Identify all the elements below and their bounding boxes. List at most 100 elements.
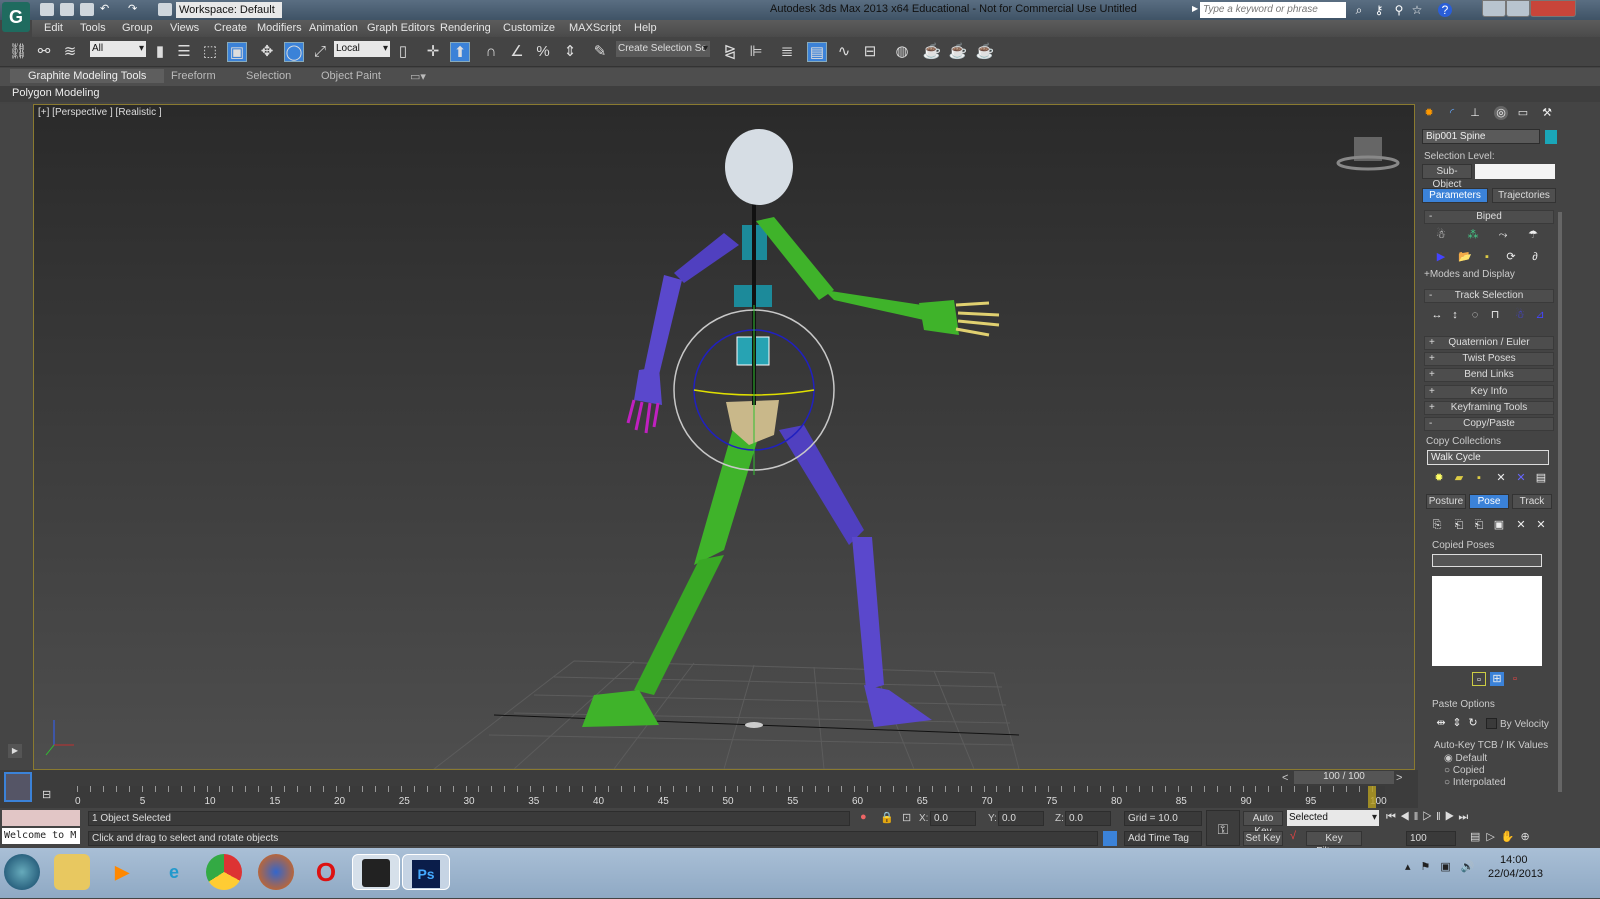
- redo-icon[interactable]: ↷: [128, 2, 137, 15]
- undo-icon[interactable]: ↶: [100, 2, 109, 15]
- spinner-snap-icon[interactable]: ⇕: [560, 42, 580, 62]
- taskbar-ie-icon[interactable]: e: [156, 854, 192, 890]
- keyboard-shortcut-override-icon[interactable]: ⬆: [450, 42, 470, 62]
- taskbar-chrome-icon[interactable]: [206, 854, 242, 890]
- body-horizontal-icon[interactable]: ↔: [1430, 308, 1444, 322]
- viewport-layout-tab[interactable]: [4, 772, 32, 802]
- y-coordinate-field[interactable]: 0.0: [998, 811, 1044, 826]
- menu-graph-editors[interactable]: Graph Editors: [367, 22, 435, 34]
- sub-object-dropdown[interactable]: [1475, 164, 1555, 179]
- select-move-icon[interactable]: ✥: [257, 42, 277, 62]
- taskbar-media-player-icon[interactable]: ▶: [104, 854, 140, 890]
- window-crossing-icon[interactable]: ▣: [227, 42, 247, 62]
- tab-posture[interactable]: Posture: [1426, 494, 1466, 509]
- workspace-dropdown[interactable]: Workspace: Default: [176, 2, 282, 18]
- snaps-toggle-icon[interactable]: ∩: [481, 42, 501, 62]
- schematic-view-icon[interactable]: ⊟: [860, 42, 880, 62]
- delete-all-collections-icon[interactable]: ✕: [1514, 471, 1528, 485]
- tab-selection[interactable]: Selection: [246, 70, 291, 82]
- delete-pose-icon[interactable]: ✕: [1514, 518, 1528, 532]
- rollout-key-info[interactable]: + Key Info: [1424, 385, 1554, 399]
- object-name-field[interactable]: Bip001 Spine: [1422, 129, 1540, 144]
- opposite-icon[interactable]: ⊿: [1533, 308, 1547, 322]
- footstep-mode-icon[interactable]: ⁂: [1466, 228, 1480, 242]
- menu-tools[interactable]: Tools: [80, 22, 106, 34]
- time-tag-icon[interactable]: [1103, 831, 1117, 846]
- menu-create[interactable]: Create: [214, 22, 247, 34]
- absolute-mode-icon[interactable]: ⊡: [902, 811, 911, 824]
- app-logo[interactable]: G: [2, 2, 30, 32]
- selection-filter-dropdown[interactable]: All: [90, 41, 146, 57]
- search-expand-icon[interactable]: ▶: [1192, 4, 1198, 13]
- mixer-mode-icon[interactable]: ☂: [1526, 228, 1540, 242]
- named-selection-dropdown[interactable]: Create Selection Se: [616, 41, 710, 57]
- start-button[interactable]: [4, 854, 40, 890]
- set-key-button[interactable]: Set Key: [1243, 831, 1283, 846]
- menu-rendering[interactable]: Rendering: [440, 22, 491, 34]
- create-collection-icon[interactable]: ✹: [1432, 471, 1446, 485]
- tab-parameters[interactable]: Parameters: [1422, 188, 1488, 203]
- load-image-icon[interactable]: ▫: [1508, 672, 1522, 686]
- by-velocity-checkbox[interactable]: [1486, 718, 1497, 729]
- capture-viewport-icon[interactable]: ▫: [1472, 672, 1486, 686]
- taskbar-3dsmax-icon[interactable]: [352, 854, 400, 890]
- new-file-icon[interactable]: [40, 3, 54, 16]
- menu-customize[interactable]: Customize: [503, 22, 555, 34]
- save-collection-icon[interactable]: ▪: [1472, 471, 1486, 485]
- percent-snap-icon[interactable]: %: [533, 42, 553, 62]
- radio-default[interactable]: ◉ Default: [1444, 753, 1487, 764]
- render-production-icon[interactable]: ☕: [975, 42, 995, 62]
- tab-pose[interactable]: Pose: [1469, 494, 1509, 509]
- paste-rotation-option-icon[interactable]: ↻: [1466, 716, 1480, 730]
- project-folder-icon[interactable]: [158, 3, 172, 16]
- menu-help[interactable]: Help: [634, 22, 657, 34]
- paste-pose-icon[interactable]: ⎗: [1452, 518, 1466, 532]
- select-scale-icon[interactable]: ⤢: [310, 42, 330, 62]
- rollout-keyframing-tools[interactable]: + Keyframing Tools: [1424, 401, 1554, 415]
- track-bar-toggle-icon[interactable]: ⊟: [42, 788, 51, 801]
- display-tab-icon[interactable]: ▭: [1516, 106, 1530, 120]
- auto-key-button[interactable]: Auto Key: [1243, 811, 1283, 837]
- radio-interpolated[interactable]: ○ Interpolated: [1444, 777, 1506, 788]
- current-frame-marker[interactable]: [1368, 786, 1376, 808]
- reference-coordinate-dropdown[interactable]: Local: [334, 41, 390, 57]
- binoculars-icon[interactable]: ⌕: [1352, 3, 1366, 17]
- z-coordinate-field[interactable]: 0.0: [1065, 811, 1111, 826]
- bind-space-warp-icon[interactable]: ≋: [60, 42, 80, 62]
- mirror-icon[interactable]: ⧎: [720, 42, 740, 62]
- paste-horizontal-icon[interactable]: ▣: [1492, 518, 1506, 532]
- body-rotation-icon[interactable]: ◌: [1468, 308, 1482, 322]
- body-vertical-icon[interactable]: ↕: [1448, 308, 1462, 322]
- time-slider[interactable]: 100 / 100: [1294, 771, 1394, 784]
- graphite-toggle-icon[interactable]: ▤: [807, 42, 827, 62]
- modes-display-toggle[interactable]: +Modes and Display: [1424, 269, 1515, 280]
- create-tab-icon[interactable]: ✹: [1422, 106, 1436, 120]
- menu-maxscript[interactable]: MAXScript: [569, 22, 621, 34]
- motion-tab-icon[interactable]: ◎: [1494, 106, 1508, 120]
- max-load-preferences-icon[interactable]: ▤: [1534, 471, 1548, 485]
- select-object-icon[interactable]: ▮: [150, 42, 170, 62]
- paste-horizontal-option-icon[interactable]: ⇹: [1434, 716, 1448, 730]
- utilities-tab-icon[interactable]: ⚒: [1540, 106, 1554, 120]
- rollout-copy-paste[interactable]: - Copy/Paste: [1424, 417, 1554, 431]
- perspective-viewport[interactable]: [+] [Perspective ] [Realistic ]: [33, 104, 1415, 770]
- motion-flow-icon[interactable]: ⤳: [1496, 228, 1510, 242]
- time-slider-next[interactable]: >: [1396, 772, 1402, 784]
- open-file-icon[interactable]: [60, 3, 74, 16]
- material-editor-icon[interactable]: ◍: [892, 42, 912, 62]
- paste-vertical-option-icon[interactable]: ⇕: [1450, 716, 1464, 730]
- symmetrical-icon[interactable]: ☃: [1513, 308, 1527, 322]
- align-icon[interactable]: ⊫: [746, 42, 766, 62]
- viewport-navigation-controls[interactable]: ▤▷✋⊕: [1470, 830, 1536, 843]
- menu-views[interactable]: Views: [170, 22, 199, 34]
- auto-generate-icon[interactable]: ⊞: [1490, 672, 1504, 686]
- rendered-frame-window-icon[interactable]: ☕: [948, 42, 968, 62]
- select-by-name-icon[interactable]: ☰: [174, 42, 194, 62]
- save-file-icon[interactable]: [80, 3, 94, 16]
- paste-pose-opposite-icon[interactable]: ⎗: [1472, 518, 1486, 532]
- help-icon[interactable]: ?: [1438, 3, 1452, 17]
- biped-playback-icon[interactable]: ▶: [1434, 250, 1448, 264]
- rollout-biped[interactable]: - Biped: [1424, 210, 1554, 224]
- ribbon-options-icon[interactable]: ▭▾: [410, 70, 426, 83]
- key-mode-dropdown[interactable]: Selected: [1287, 810, 1379, 826]
